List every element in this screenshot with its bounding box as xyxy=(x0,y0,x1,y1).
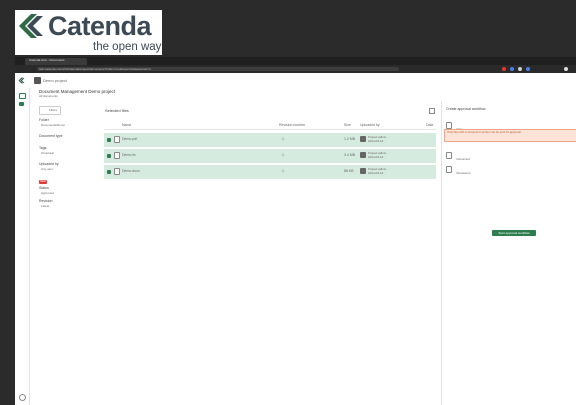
filter-group[interactable]: Revision Latest xyxy=(39,199,91,209)
row-size: 3.4 MB xyxy=(344,153,356,157)
start-approval-button[interactable]: Start approval workflow xyxy=(492,230,536,236)
col-date[interactable]: Date xyxy=(426,123,433,128)
file-type-icon xyxy=(114,168,120,175)
row-revision: 1 xyxy=(282,169,284,173)
help-icon[interactable] xyxy=(19,394,26,401)
filter-group-value[interactable]: Any user xyxy=(39,167,91,172)
url-field[interactable]: hub.catenda.com/v2/t/catenda/project/doc… xyxy=(37,67,399,71)
row-checkbox[interactable] xyxy=(107,138,111,142)
reviewers-label: Reviewers xyxy=(456,171,471,175)
settings-icon[interactable] xyxy=(429,108,435,114)
filter-group[interactable]: Uploaded by Any user xyxy=(39,162,91,172)
filter-group[interactable]: Status Approved xyxy=(39,186,91,196)
catenda-logo-icon xyxy=(19,14,43,38)
col-uploaded-by[interactable]: Uploaded by xyxy=(360,123,380,128)
extension-icon[interactable] xyxy=(526,67,530,71)
table-row[interactable]: Demo.docx 1 88 KB Project admin 2024-03-12 xyxy=(104,165,436,179)
page-header: Document Management Demo project All doc… xyxy=(30,88,576,101)
filter-sidebar: Filters Folder Documents/Demo Document typ… xyxy=(30,101,97,405)
warning-banner: Only files with a document number can be… xyxy=(444,129,576,142)
panel-title: Create approval workflow xyxy=(446,107,486,111)
filter-icon[interactable] xyxy=(19,93,26,99)
col-name[interactable]: Name xyxy=(122,123,131,128)
user-avatar xyxy=(360,168,366,174)
row-checkbox[interactable] xyxy=(107,170,111,174)
browser-tab[interactable]: Catenda Hub - Documents xyxy=(25,58,87,65)
tab-title: Catenda Hub - Documents xyxy=(29,58,65,62)
tab-strip: Catenda Hub - Documents xyxy=(15,57,576,65)
table-header: Name Revision number Size Uploaded by Da… xyxy=(104,121,436,130)
warning-text: Only files with a document number can be… xyxy=(447,130,521,134)
app-header: Demo project xyxy=(15,73,576,89)
filter-group-label: Document type xyxy=(39,134,63,138)
page-subtitle: All documents xyxy=(39,94,58,98)
documents-icon[interactable] xyxy=(19,102,24,106)
user-avatar xyxy=(360,152,366,158)
extension-icon[interactable] xyxy=(510,67,514,71)
row-name[interactable]: Demo.docx xyxy=(122,169,140,174)
filter-group-value[interactable]: Approved xyxy=(39,191,91,196)
table-row[interactable]: Demo.ifc 1 3.4 MB Project admin 2024-03-12 xyxy=(104,149,436,163)
filter-group[interactable]: Folder Documents/Demo xyxy=(39,118,91,128)
row-revision: 1 xyxy=(282,137,284,141)
filter-input[interactable]: Filters xyxy=(39,106,61,115)
row-date: 2024-03-12 xyxy=(368,155,384,159)
col-revision[interactable]: Revision number xyxy=(279,123,305,128)
extension-icon[interactable] xyxy=(502,67,506,71)
row-revision: 1 xyxy=(282,153,284,157)
reviewers-icon xyxy=(446,166,452,174)
catenda-logo-banner: Catenda the open way xyxy=(15,10,162,55)
filter-input-label: Filters xyxy=(49,108,58,112)
approval-panel: Create approval workflow Files Only file… xyxy=(441,101,576,405)
row-size: 1.2 MB xyxy=(344,137,356,141)
project-avatar[interactable] xyxy=(34,77,41,84)
logo-tagline: the open way xyxy=(93,41,162,53)
extension-icon[interactable] xyxy=(518,67,522,71)
table-row[interactable]: Demo.pdf 1 1.2 MB Project admin 2024-03-12 xyxy=(104,133,436,147)
row-checkbox[interactable] xyxy=(107,154,111,158)
filter-group[interactable]: Tags Structural xyxy=(39,146,91,156)
new-badge: NEW xyxy=(39,180,47,184)
row-date: 2024-03-12 xyxy=(368,171,384,175)
documents-content: Selected files Name Revision number Size… xyxy=(96,101,441,405)
filter-group[interactable]: Document type xyxy=(39,134,91,139)
left-rail xyxy=(15,88,30,405)
user-avatar xyxy=(360,136,366,142)
reviewers-item[interactable]: Reviewers xyxy=(446,161,470,179)
file-type-icon xyxy=(114,136,120,143)
file-type-icon xyxy=(114,152,120,159)
row-name[interactable]: Demo.pdf xyxy=(122,137,137,142)
row-size: 88 KB xyxy=(344,169,354,173)
filter-group-value[interactable]: Structural xyxy=(39,151,91,156)
filter-group-value[interactable]: Latest xyxy=(39,204,91,209)
profile-icon[interactable] xyxy=(564,67,568,71)
browser-window: Catenda Hub - Documents hub.catenda.com/… xyxy=(15,57,576,405)
col-size[interactable]: Size xyxy=(344,123,351,128)
filter-group-value[interactable]: Documents/Demo xyxy=(39,123,91,128)
project-name[interactable]: Demo project xyxy=(43,78,67,83)
address-bar: hub.catenda.com/v2/t/catenda/project/doc… xyxy=(15,65,576,73)
row-name[interactable]: Demo.ifc xyxy=(122,153,136,158)
app-logo-icon[interactable] xyxy=(18,77,25,84)
table-heading: Selected files xyxy=(105,108,129,113)
logo-wordmark: Catenda xyxy=(48,11,152,41)
document-icon xyxy=(446,152,452,160)
row-date: 2024-03-12 xyxy=(368,139,384,143)
